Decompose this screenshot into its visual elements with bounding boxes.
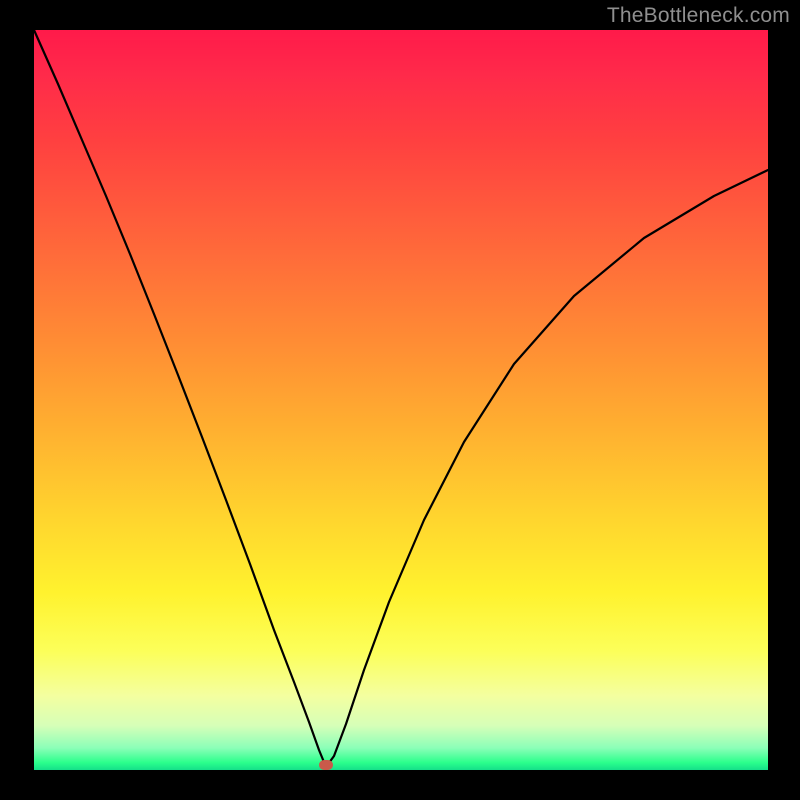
watermark-text: TheBottleneck.com [607,4,790,28]
curve-path [34,30,768,767]
plot-area [34,30,768,770]
outer-frame: TheBottleneck.com [0,0,800,800]
curve-minimum-marker [319,760,333,770]
bottleneck-curve [34,30,768,770]
